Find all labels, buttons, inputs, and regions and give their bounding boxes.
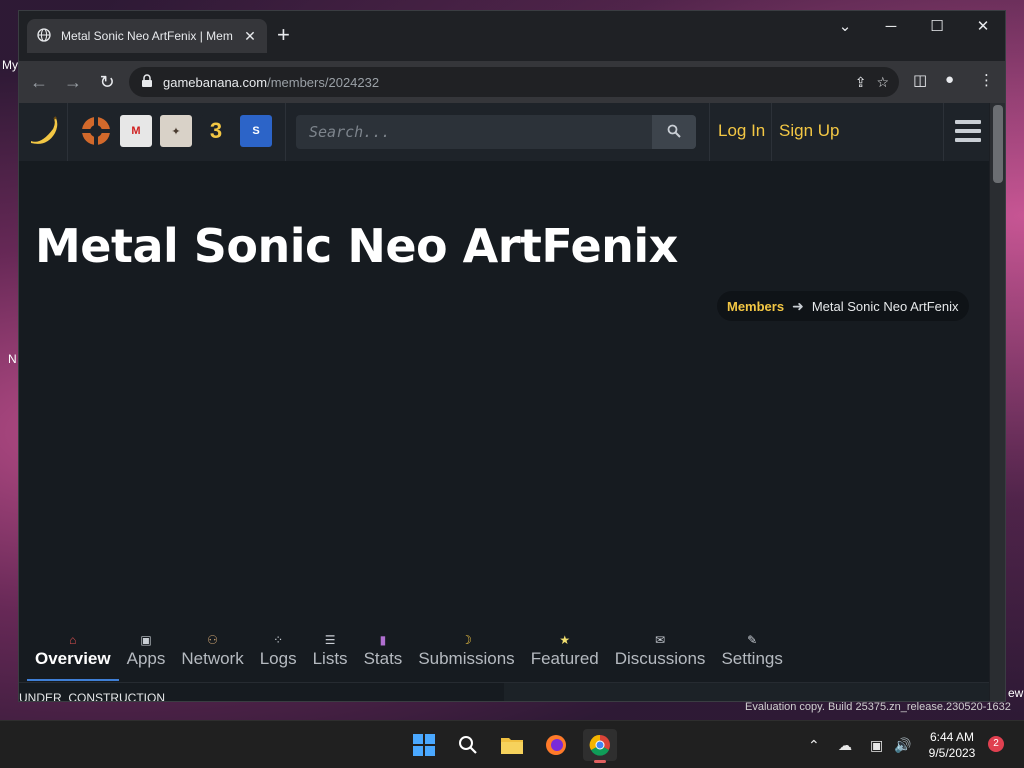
new-tab-button[interactable]: + [277, 23, 290, 47]
header-divider [771, 103, 772, 161]
scrollbar[interactable] [990, 103, 1005, 701]
lock-icon[interactable] [141, 73, 153, 91]
side-panel-icon[interactable]: ◫ [913, 71, 927, 89]
wrench-icon: ✎ [747, 633, 758, 647]
tab-submissions[interactable]: ☽ Submissions [410, 627, 522, 681]
tab-lists[interactable]: ☰ Lists [305, 627, 356, 681]
tab-logs[interactable]: ⁘ Logs [252, 627, 305, 681]
login-link[interactable]: Log In [718, 121, 765, 141]
share-icon[interactable]: ⇪ [855, 74, 867, 91]
tab-search-icon[interactable]: ⌄ [825, 17, 865, 37]
windows-start-icon[interactable] [407, 729, 441, 761]
volume-icon[interactable]: 🔊 [894, 737, 911, 754]
mario-kart-icon[interactable]: M [120, 115, 152, 147]
breadcrumb-current: Metal Sonic Neo ArtFenix [811, 298, 959, 314]
browser-window: Metal Sonic Neo ArtFenix | Members ✕ + ⌄… [18, 10, 1006, 702]
bookmark-star-icon[interactable]: ☆ [876, 74, 889, 91]
firefox-icon[interactable] [539, 729, 573, 761]
network-icon: ⚇ [207, 633, 218, 647]
profile-tabs: ⌂ Overview ▣ Apps ⚇ Network ⁘ Logs ☰ Lists ▮ S… [19, 627, 989, 683]
logs-icon: ⁘ [273, 633, 284, 647]
globe-icon [37, 27, 51, 45]
scrollbar-thumb[interactable] [993, 105, 1003, 183]
tab-featured[interactable]: ★ Featured [523, 627, 607, 681]
browser-toolbar: ← → ↻ gamebanana.com/members/2024232 ⇪ ☆… [19, 61, 1005, 103]
tab-settings[interactable]: ✎ Settings [713, 627, 790, 681]
chat-icon: ✉ [655, 633, 666, 647]
close-tab-icon[interactable]: ✕ [243, 28, 257, 45]
tab-apps[interactable]: ▣ Apps [119, 627, 174, 681]
header-divider [67, 103, 68, 161]
tab-stats[interactable]: ▮ Stats [356, 627, 411, 681]
genshin-icon[interactable]: ✦ [160, 115, 192, 147]
tab-overview[interactable]: ⌂ Overview [27, 627, 119, 681]
cloud-off-icon[interactable]: ☁ [838, 737, 852, 754]
search-icon[interactable] [451, 729, 485, 761]
network-icon[interactable]: ▣ [870, 737, 883, 754]
menu-dots-icon[interactable]: ⋮ [979, 71, 994, 89]
breadcrumb: Members ➜ Metal Sonic Neo ArtFenix [717, 291, 969, 321]
search-box [296, 115, 696, 149]
signup-link[interactable]: Sign Up [779, 121, 839, 141]
maximize-button[interactable]: ☐ [917, 17, 957, 37]
browser-tab[interactable]: Metal Sonic Neo ArtFenix | Members ✕ [27, 19, 267, 53]
arrow-right-icon: ➜ [792, 297, 804, 314]
forward-button[interactable]: → [63, 72, 83, 93]
url-text[interactable]: gamebanana.com/members/2024232 [163, 75, 845, 90]
header-divider [709, 103, 710, 161]
clock-time: 6:44 AM [929, 730, 975, 744]
stats-icon: ▮ [379, 633, 387, 647]
star-icon: ★ [559, 633, 571, 647]
clock-date: 9/5/2023 [928, 746, 976, 760]
site-header: M ✦ 3 S Log In Sign Up [19, 103, 989, 161]
tab-network[interactable]: ⚇ Network [173, 627, 251, 681]
windows-watermark: Evaluation copy. Build 25375.zn_release.… [745, 701, 1011, 713]
hamburger-menu-icon[interactable] [955, 120, 981, 144]
lists-icon: ☰ [324, 633, 336, 647]
content-panel [504, 683, 989, 701]
reload-button[interactable]: ↻ [97, 72, 117, 93]
minimize-button[interactable]: ─ [871, 17, 911, 37]
breadcrumb-members-link[interactable]: Members [727, 299, 784, 314]
banana-icon: ☽ [461, 633, 472, 647]
back-button[interactable]: ← [29, 72, 49, 93]
browser-titlebar: Metal Sonic Neo ArtFenix | Members ✕ + ⌄… [19, 11, 1005, 61]
desktop-icon-label[interactable]: My [2, 58, 18, 72]
team-fortress-2-icon[interactable] [80, 115, 112, 147]
search-input[interactable] [296, 115, 652, 149]
gamebanana-logo[interactable] [27, 115, 61, 149]
search-button[interactable] [652, 115, 696, 149]
search-icon [667, 124, 681, 141]
chrome-icon[interactable] [583, 729, 617, 763]
tab-discussions[interactable]: ✉ Discussions [607, 627, 714, 681]
profile-icon[interactable]: ● [945, 71, 954, 88]
header-divider [943, 103, 944, 161]
tab-title: Metal Sonic Neo ArtFenix | Members [61, 29, 233, 43]
sonic-mania-icon[interactable]: S [240, 115, 272, 147]
sonic-3-air-icon[interactable]: 3 [200, 115, 232, 147]
taskbar-clock[interactable]: 6:44 AM 9/5/2023 [924, 729, 980, 761]
page-content: M ✦ 3 S Log In Sign Up Metal Sonic Neo A… [19, 103, 989, 702]
desktop-icon-label[interactable]: ew [1008, 686, 1023, 700]
apps-icon: ▣ [140, 633, 152, 647]
home-icon: ⌂ [69, 633, 77, 647]
header-divider [285, 103, 286, 161]
file-explorer-icon[interactable] [495, 729, 529, 761]
under-construction-label: UNDER_CONSTRUCTION [19, 691, 166, 702]
notification-badge[interactable]: 2 [988, 736, 1004, 752]
address-bar[interactable]: gamebanana.com/members/2024232 ⇪ ☆ [129, 67, 899, 97]
taskbar: ⌃ ☁ ▣ 🔊 6:44 AM 9/5/2023 2 [0, 720, 1024, 768]
page-title: Metal Sonic Neo ArtFenix [35, 219, 678, 273]
close-window-button[interactable]: ✕ [963, 17, 1003, 37]
desktop-icon-label[interactable]: N [8, 352, 17, 366]
chevron-up-icon[interactable]: ⌃ [808, 737, 820, 754]
